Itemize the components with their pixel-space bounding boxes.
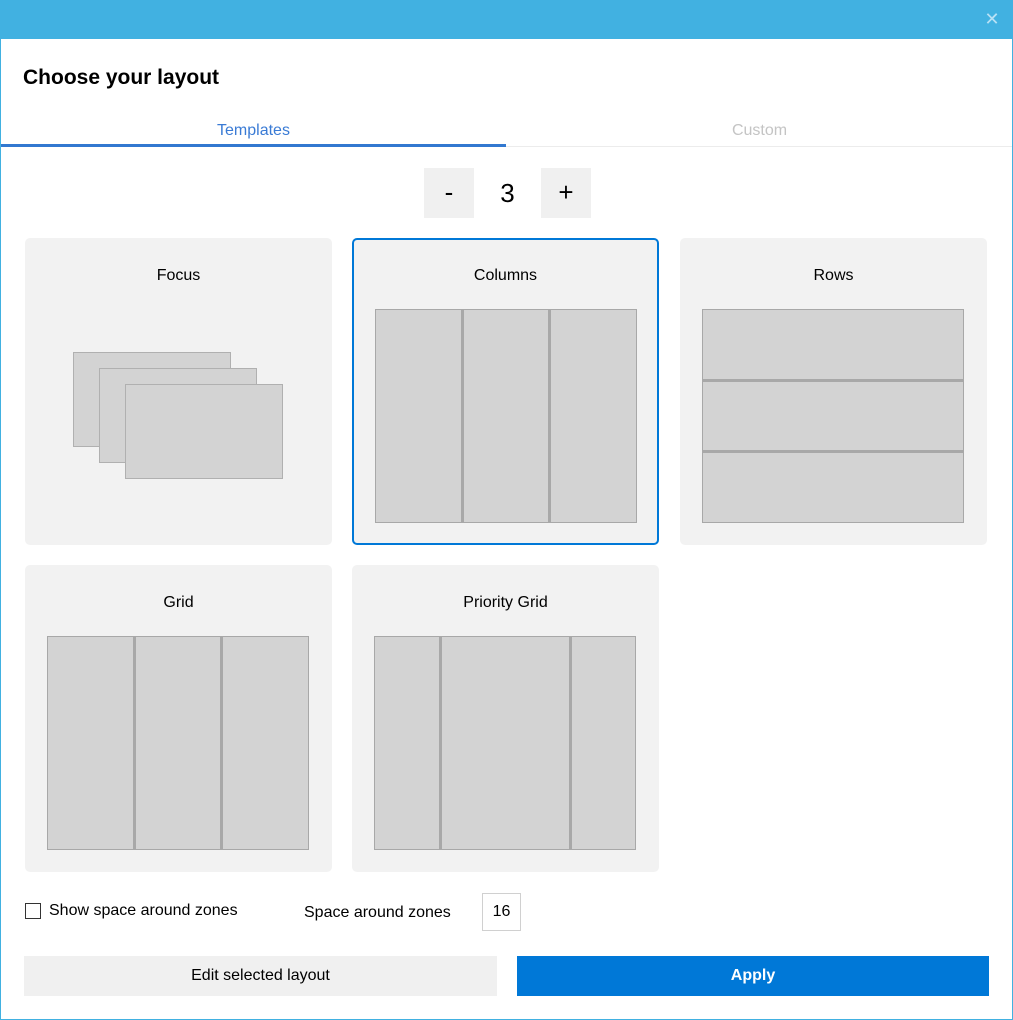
- zone: [374, 636, 440, 850]
- zone: [47, 636, 134, 850]
- checkbox-box[interactable]: [25, 903, 41, 919]
- zone: [702, 451, 964, 524]
- page-title: Choose your layout: [23, 66, 220, 89]
- template-card-priority-grid[interactable]: Priority Grid: [352, 565, 659, 872]
- show-space-checkbox[interactable]: Show space around zones: [25, 902, 238, 920]
- template-card-rows[interactable]: Rows: [680, 238, 987, 545]
- template-title: Focus: [156, 267, 201, 284]
- zone: [549, 309, 638, 523]
- zone: [569, 636, 636, 850]
- layout-preview: [47, 636, 310, 850]
- focus-zone-front: [125, 384, 283, 479]
- close-icon: ✕: [984, 9, 1000, 29]
- edit-selected-layout-button[interactable]: Edit selected layout: [24, 956, 497, 996]
- zone: [702, 379, 964, 452]
- zone-count-value: 3: [500, 178, 515, 208]
- template-title: Grid: [163, 594, 194, 611]
- template-card-columns[interactable]: Columns: [352, 238, 659, 545]
- decrement-button[interactable]: -: [424, 168, 474, 218]
- increment-button[interactable]: +: [541, 168, 591, 218]
- layout-preview: [375, 309, 638, 523]
- space-around-zones-label: Space around zones: [304, 904, 451, 921]
- zone: [439, 636, 570, 850]
- tab-bar: Templates Custom: [1, 116, 1012, 147]
- title-bar: ✕: [1, 0, 1013, 39]
- layout-editor-window: ✕ Choose your layout Templates Custom - …: [0, 0, 1013, 1020]
- template-title: Rows: [813, 267, 854, 284]
- apply-button[interactable]: Apply: [517, 956, 989, 996]
- zone: [375, 309, 462, 523]
- zone: [461, 309, 550, 523]
- tab-custom[interactable]: Custom: [507, 116, 1012, 147]
- show-space-label: Show space around zones: [49, 902, 238, 919]
- layout-preview: [702, 309, 964, 524]
- zone: [133, 636, 222, 850]
- zone: [702, 309, 964, 380]
- template-title: Priority Grid: [463, 594, 548, 611]
- space-around-zones-input[interactable]: 16: [482, 893, 521, 931]
- layout-preview: [374, 636, 636, 850]
- template-title: Columns: [473, 267, 538, 284]
- close-button[interactable]: ✕: [982, 9, 1002, 29]
- tab-templates[interactable]: Templates: [1, 116, 506, 147]
- zone: [221, 636, 310, 850]
- template-card-grid[interactable]: Grid: [25, 565, 332, 872]
- zone-count-stepper: - 3 +: [424, 168, 591, 218]
- template-card-focus[interactable]: Focus: [25, 238, 332, 545]
- spacing-options: Show space around zones Space around zon…: [1, 893, 1012, 933]
